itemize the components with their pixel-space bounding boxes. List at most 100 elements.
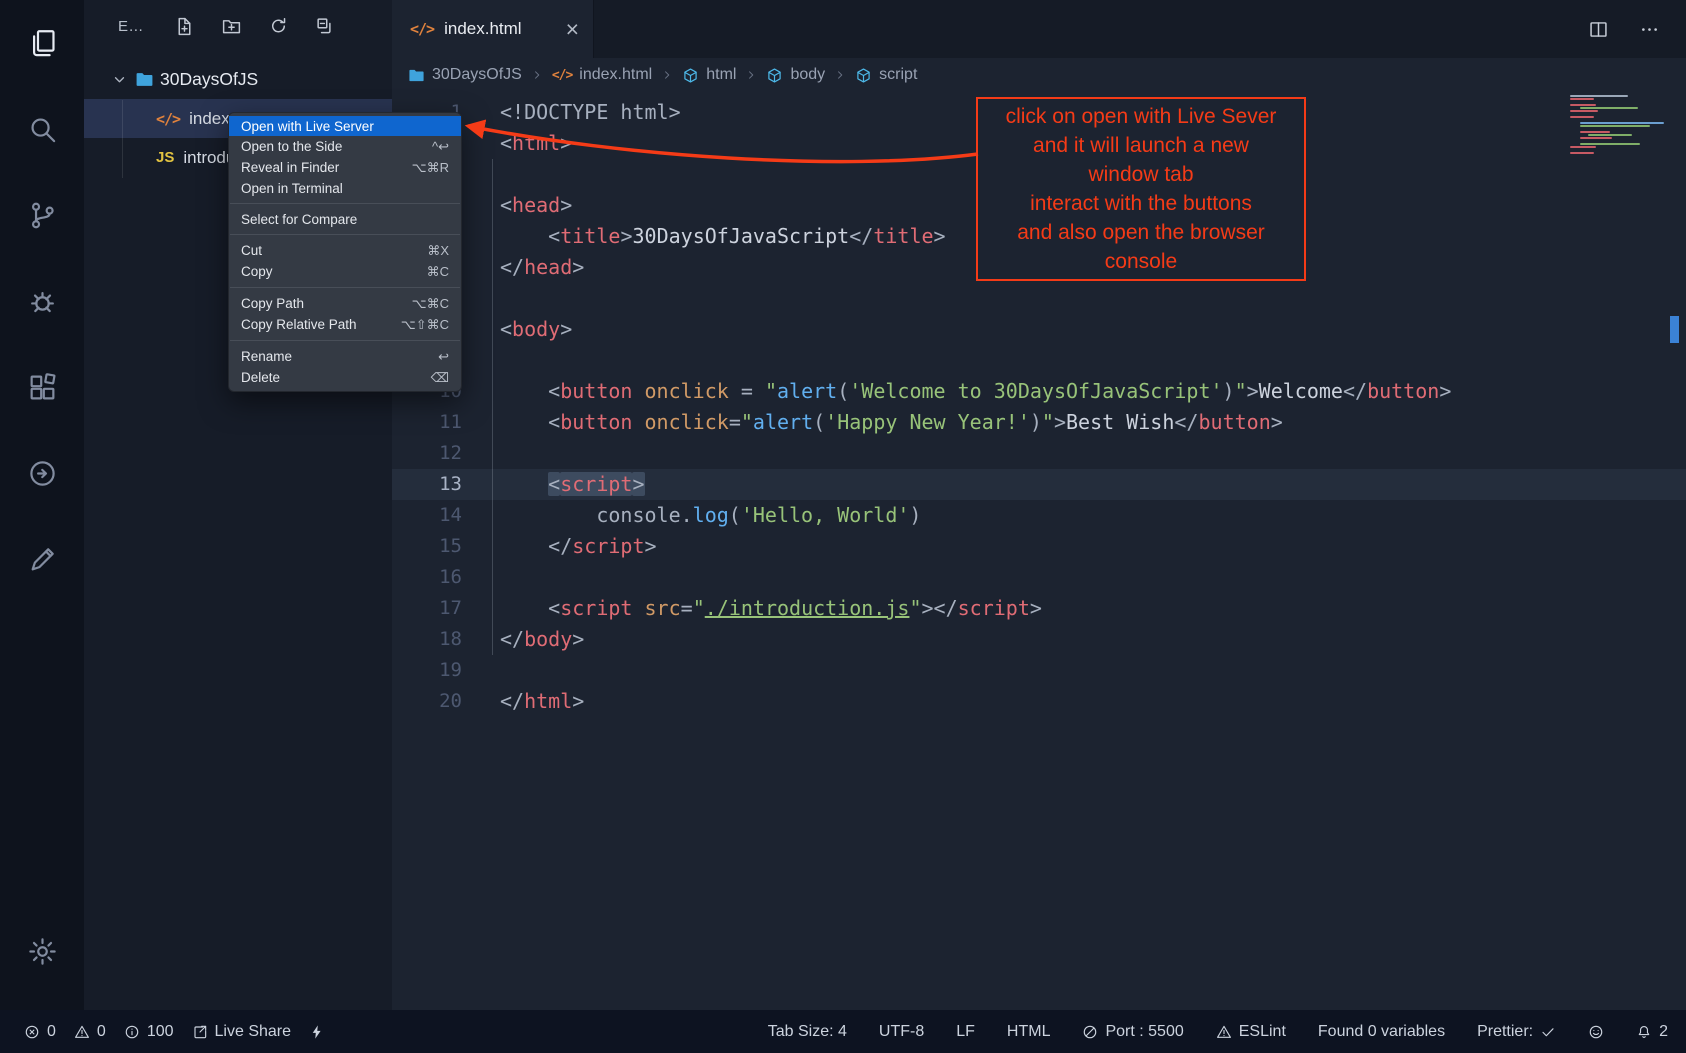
menu-item-shortcut: ⌘X bbox=[427, 243, 449, 259]
menu-item-copy-relative-path[interactable]: Copy Relative Path⌥⇧⌘C bbox=[229, 314, 461, 335]
menu-item-label: Open with Live Server bbox=[241, 119, 374, 134]
status-label: UTF-8 bbox=[879, 1023, 924, 1041]
breadcrumb-script[interactable]: script bbox=[855, 66, 917, 84]
new-file-icon[interactable] bbox=[174, 16, 195, 37]
code-line-19[interactable]: 19 bbox=[392, 655, 1686, 686]
tab-label: index.html bbox=[444, 19, 521, 39]
refresh-icon[interactable] bbox=[268, 16, 289, 37]
code-line-11[interactable]: 11 <button onclick="alert('Happy New Yea… bbox=[392, 407, 1686, 438]
extensions-icon[interactable] bbox=[0, 344, 84, 430]
menu-item-copy[interactable]: Copy⌘C bbox=[229, 261, 461, 282]
menu-item-shortcut: ⌘C bbox=[427, 264, 449, 280]
split-editor-icon[interactable] bbox=[1588, 19, 1609, 40]
code-line-13[interactable]: 13 <script> bbox=[392, 469, 1686, 500]
js-file-icon: JS bbox=[156, 149, 174, 166]
status-2[interactable]: 2 bbox=[1636, 1023, 1668, 1041]
activity-bar-bottom bbox=[0, 908, 84, 994]
new-folder-icon[interactable] bbox=[221, 16, 242, 37]
menu-item-shortcut: ⌥⌘C bbox=[412, 296, 449, 312]
code-line-10[interactable]: 10 <button onclick = "alert('Welcome to … bbox=[392, 376, 1686, 407]
collapse-all-icon[interactable] bbox=[315, 16, 336, 37]
symbol-cube-icon bbox=[682, 67, 699, 84]
folder-icon bbox=[408, 67, 425, 84]
explorer-icon[interactable] bbox=[0, 0, 84, 86]
code-line-20[interactable]: 20</html> bbox=[392, 686, 1686, 717]
status-label: Prettier: bbox=[1477, 1023, 1533, 1041]
code-line-14[interactable]: 14 console.log('Hello, World') bbox=[392, 500, 1686, 531]
minimap[interactable] bbox=[1570, 95, 1664, 155]
breadcrumb-body[interactable]: body bbox=[766, 66, 825, 84]
line-number: 18 bbox=[392, 624, 462, 655]
indent-guide bbox=[492, 159, 493, 655]
tab-index-html[interactable]: </> index.html × bbox=[392, 0, 594, 58]
menu-item-open-in-terminal[interactable]: Open in Terminal bbox=[229, 178, 461, 198]
status-0[interactable]: 0 bbox=[74, 1023, 106, 1041]
status-0[interactable]: 0 bbox=[24, 1023, 56, 1041]
status-eslint[interactable]: ESLint bbox=[1216, 1023, 1286, 1041]
menu-item-label: Copy Relative Path bbox=[241, 317, 357, 332]
menu-item-cut[interactable]: Cut⌘X bbox=[229, 240, 461, 261]
status-live-share[interactable]: Live Share bbox=[192, 1023, 292, 1041]
code-text: </head> bbox=[500, 252, 584, 283]
menu-item-rename[interactable]: Rename↩ bbox=[229, 346, 461, 367]
search-icon[interactable] bbox=[0, 86, 84, 172]
pen-edit-icon[interactable] bbox=[0, 516, 84, 602]
explorer-header: E… bbox=[84, 0, 392, 52]
breadcrumbs: 30DaysOfJS </>index.html html body script bbox=[392, 58, 1686, 92]
code-line-9[interactable]: 9 bbox=[392, 345, 1686, 376]
breadcrumb-index-html[interactable]: </>index.html bbox=[552, 66, 652, 84]
status-tab-size-4[interactable]: Tab Size: 4 bbox=[768, 1023, 847, 1041]
code-line-15[interactable]: 15 </script> bbox=[392, 531, 1686, 562]
breadcrumb-30daysofjs[interactable]: 30DaysOfJS bbox=[408, 66, 522, 84]
tab-bar: </> index.html × bbox=[392, 0, 1686, 58]
code-line-16[interactable]: 16 bbox=[392, 562, 1686, 593]
run-and-debug-icon[interactable] bbox=[0, 258, 84, 344]
menu-item-open-to-the-side[interactable]: Open to the Side^↩ bbox=[229, 136, 461, 157]
tree-item-30daysofjs[interactable]: 30DaysOfJS bbox=[84, 60, 392, 99]
code-line-8[interactable]: 8<body> bbox=[392, 314, 1686, 345]
code-text: <button onclick = "alert('Welcome to 30D… bbox=[500, 376, 1451, 407]
code-line-7[interactable]: 7 bbox=[392, 283, 1686, 314]
info-circle-icon bbox=[124, 1024, 140, 1040]
code-line-18[interactable]: 18</body> bbox=[392, 624, 1686, 655]
menu-item-reveal-in-finder[interactable]: Reveal in Finder⌥⌘R bbox=[229, 157, 461, 178]
status-label: Found 0 variables bbox=[1318, 1023, 1445, 1041]
html-file-icon: </> bbox=[410, 20, 434, 38]
explorer-actions bbox=[174, 16, 336, 37]
folder-icon bbox=[135, 70, 154, 89]
close-tab-icon[interactable]: × bbox=[566, 18, 579, 41]
menu-item-select-for-compare[interactable]: Select for Compare bbox=[229, 209, 461, 229]
status-lightning-bolt[interactable] bbox=[309, 1024, 325, 1040]
status-port-5500[interactable]: Port : 5500 bbox=[1082, 1023, 1183, 1041]
menu-item-delete[interactable]: Delete⌫ bbox=[229, 367, 461, 388]
settings-gear-icon[interactable] bbox=[0, 908, 84, 994]
menu-item-copy-path[interactable]: Copy Path⌥⌘C bbox=[229, 293, 461, 314]
annotation-line: and it will launch a new bbox=[982, 131, 1300, 160]
line-number: 19 bbox=[392, 655, 462, 686]
status-prettier[interactable]: Prettier: bbox=[1477, 1023, 1556, 1041]
menu-item-open-with-live-server[interactable]: Open with Live Server bbox=[229, 116, 461, 136]
code-text: <html> bbox=[500, 128, 572, 159]
status-bar: 00 100 Live Share Tab Size: 4 UTF-8 LF HTML Po… bbox=[0, 1010, 1686, 1053]
status-found-0-variables[interactable]: Found 0 variables bbox=[1318, 1023, 1445, 1041]
code-line-17[interactable]: 17 <script src="./introduction.js"></scr… bbox=[392, 593, 1686, 624]
live-share-icon[interactable] bbox=[0, 430, 84, 516]
status-html[interactable]: HTML bbox=[1007, 1023, 1051, 1041]
status-100[interactable]: 100 bbox=[124, 1023, 174, 1041]
status-label: Port : 5500 bbox=[1105, 1023, 1183, 1041]
source-control-icon[interactable] bbox=[0, 172, 84, 258]
menu-item-label: Rename bbox=[241, 349, 292, 364]
html-file-icon: </> bbox=[156, 110, 180, 128]
status-lf[interactable]: LF bbox=[956, 1023, 975, 1041]
breadcrumb-label: 30DaysOfJS bbox=[432, 66, 522, 84]
activity-bar bbox=[0, 0, 84, 1010]
error-circle-icon bbox=[24, 1024, 40, 1040]
status-smiley[interactable] bbox=[1588, 1024, 1604, 1040]
status-label: HTML bbox=[1007, 1023, 1051, 1041]
line-number: 15 bbox=[392, 531, 462, 562]
more-actions-icon[interactable] bbox=[1639, 19, 1660, 40]
breadcrumb-html[interactable]: html bbox=[682, 66, 736, 84]
status-utf-8[interactable]: UTF-8 bbox=[879, 1023, 924, 1041]
line-number: 14 bbox=[392, 500, 462, 531]
code-line-12[interactable]: 12 bbox=[392, 438, 1686, 469]
